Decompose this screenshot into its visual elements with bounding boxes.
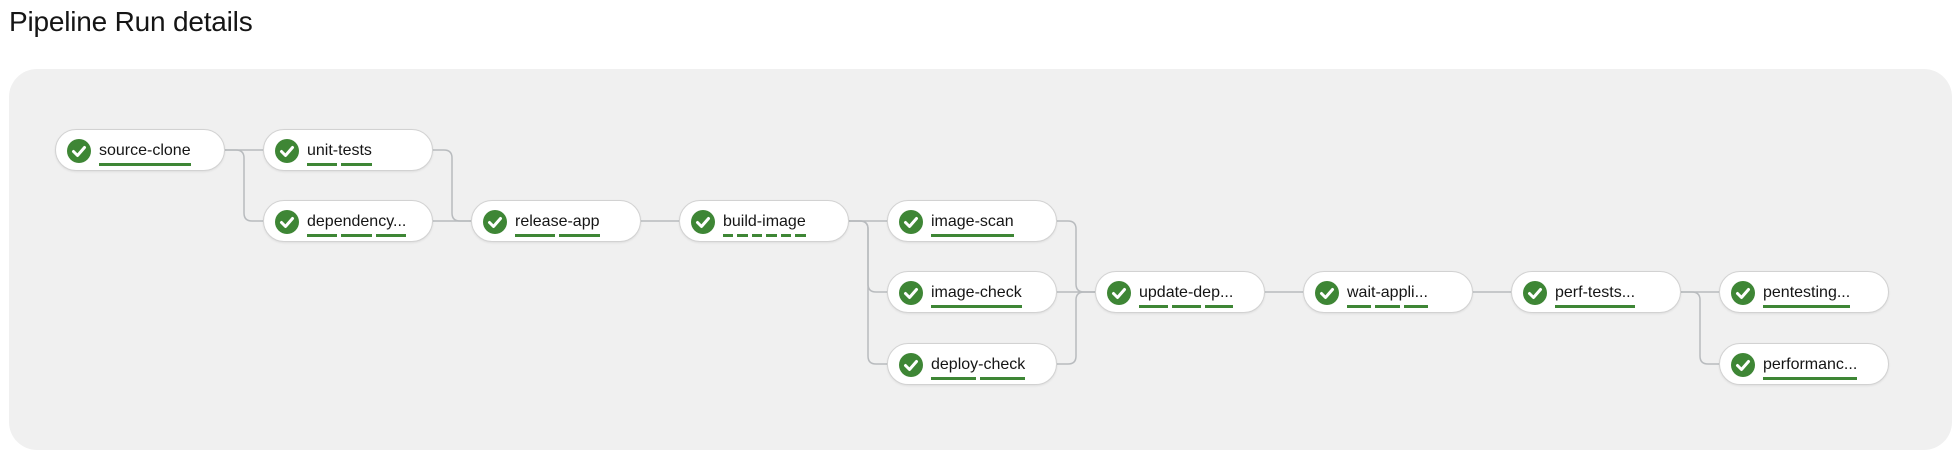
step-segment [737, 234, 748, 237]
check-circle-icon [1107, 281, 1131, 305]
task-label: dependency... [307, 213, 407, 230]
task-step-progress [931, 234, 1014, 237]
check-circle-icon [691, 210, 715, 234]
task-node-update-dep[interactable]: update-dep... [1095, 271, 1265, 313]
task-label: release-app [515, 213, 600, 230]
step-segment [1763, 377, 1858, 380]
step-segment [341, 234, 372, 237]
task-step-progress [1763, 305, 1851, 308]
task-node-performanc[interactable]: performanc... [1719, 343, 1889, 385]
task-step-progress [99, 163, 191, 166]
task-label: source-clone [99, 142, 191, 159]
task-step-progress [1347, 305, 1428, 308]
check-circle-icon [1731, 281, 1755, 305]
task-step-progress [931, 305, 1022, 308]
task-label: update-dep... [1139, 284, 1234, 301]
task-node-deploy-check[interactable]: deploy-check [887, 343, 1057, 385]
check-circle-icon [1523, 281, 1547, 305]
step-segment [1171, 305, 1201, 308]
task-label: image-check [931, 284, 1022, 301]
edge-deploy-check-to-update-dep [1057, 291, 1095, 365]
step-segment [341, 163, 372, 166]
task-label: performanc... [1763, 356, 1858, 373]
task-label: unit-tests [307, 142, 372, 159]
task-node-dependency[interactable]: dependency... [263, 200, 433, 242]
step-segment [375, 234, 407, 237]
step-segment [559, 234, 600, 237]
task-node-image-check[interactable]: image-check [887, 271, 1057, 313]
step-segment [1347, 305, 1372, 308]
edge-unit-tests-to-release-app [433, 149, 471, 222]
task-node-release-app[interactable]: release-app [471, 200, 641, 242]
step-segment [766, 234, 777, 237]
step-segment [515, 234, 556, 237]
step-segment [1204, 305, 1234, 308]
check-circle-icon [1315, 281, 1339, 305]
step-segment [751, 234, 763, 237]
step-segment [1555, 305, 1636, 308]
task-label: perf-tests... [1555, 284, 1636, 301]
task-label: pentesting... [1763, 284, 1851, 301]
step-segment [1403, 305, 1428, 308]
step-segment [99, 163, 191, 166]
check-circle-icon [1731, 353, 1755, 377]
step-segment [980, 377, 1026, 380]
edge-source-clone-to-dependency [225, 149, 263, 222]
step-segment [931, 234, 1014, 237]
page-title: Pipeline Run details [9, 6, 253, 37]
task-step-progress [1763, 377, 1858, 380]
task-node-source-clone[interactable]: source-clone [55, 129, 225, 171]
check-circle-icon [275, 139, 299, 163]
step-segment [780, 234, 792, 237]
task-step-progress [931, 377, 1026, 380]
pipeline-edges [225, 149, 1719, 365]
step-segment [307, 163, 338, 166]
task-step-progress [307, 234, 407, 237]
task-step-progress [723, 234, 806, 237]
task-node-image-scan[interactable]: image-scan [887, 200, 1057, 242]
step-segment [931, 377, 977, 380]
task-node-perf-tests[interactable]: perf-tests... [1511, 271, 1681, 313]
task-label: wait-appli... [1347, 284, 1428, 301]
task-step-progress [1555, 305, 1636, 308]
step-segment [795, 234, 806, 237]
task-step-progress [1139, 305, 1234, 308]
check-circle-icon [275, 210, 299, 234]
task-step-progress [515, 234, 600, 237]
step-segment [1139, 305, 1168, 308]
step-segment [931, 305, 1022, 308]
step-segment [723, 234, 734, 237]
check-circle-icon [899, 210, 923, 234]
task-label: deploy-check [931, 356, 1026, 373]
task-label: image-scan [931, 213, 1014, 230]
edge-build-image-to-image-check [849, 220, 887, 293]
edge-image-scan-to-update-dep [1057, 220, 1095, 293]
check-circle-icon [899, 353, 923, 377]
task-step-progress [307, 163, 372, 166]
task-node-unit-tests[interactable]: unit-tests [263, 129, 433, 171]
edge-build-image-to-deploy-check [849, 220, 887, 365]
step-segment [1763, 305, 1851, 308]
check-circle-icon [483, 210, 507, 234]
step-segment [1375, 305, 1400, 308]
check-circle-icon [67, 139, 91, 163]
pipeline-topology-canvas[interactable]: source-clone unit-tests dependency... relea… [9, 69, 1952, 450]
check-circle-icon [899, 281, 923, 305]
edge-perf-tests-to-performanc [1681, 291, 1719, 365]
task-node-build-image[interactable]: build-image [679, 200, 849, 242]
task-label: build-image [723, 213, 806, 230]
task-node-wait-appli[interactable]: wait-appli... [1303, 271, 1473, 313]
task-node-pentesting[interactable]: pentesting... [1719, 271, 1889, 313]
step-segment [307, 234, 338, 237]
